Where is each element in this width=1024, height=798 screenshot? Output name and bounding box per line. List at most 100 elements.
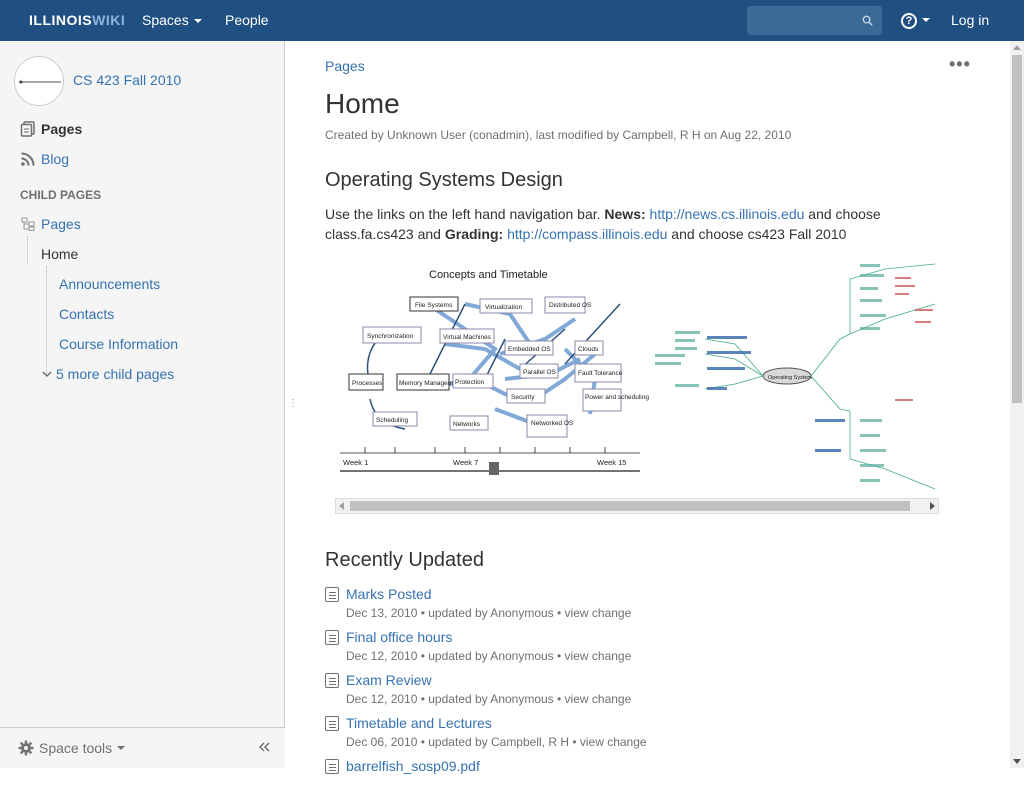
week-label: Week 1 [343,458,368,467]
concept-node-label: Processes [352,380,383,387]
page-icon [325,716,339,731]
news-label: News: [604,206,646,222]
chevron-down-icon [922,18,930,23]
tree-item-contacts[interactable]: Contacts [59,306,114,322]
space-logo-icon [19,80,61,84]
space-tools-button[interactable]: Space tools [18,740,126,756]
grading-link[interactable]: http://compass.illinois.edu [507,226,667,242]
sidebar-item-pages[interactable]: Pages [20,121,82,137]
concept-node-label: Synchronization [367,333,414,340]
tree-item-announcements[interactable]: Announcements [59,276,160,292]
rss-icon [21,152,35,166]
blog-post-icon [325,587,339,602]
concept-node-label: Parallel OS [523,369,557,376]
tree-item-more-children[interactable]: 5 more child pages [42,366,174,382]
scroll-left-arrow-icon[interactable] [339,502,345,510]
help-icon: ? [901,13,917,29]
tree-item-course-information[interactable]: Course Information [59,336,178,352]
sidebar-item-blog[interactable]: Blog [20,151,69,167]
concept-node-label: Scheduling [376,417,409,424]
page-icon [325,673,339,688]
concept-node-label: Virtual Machines [443,334,492,341]
more-child-pages-label: 5 more child pages [56,366,175,382]
login-link[interactable]: Log in [951,12,989,28]
scrollbar-thumb[interactable] [1012,55,1022,403]
recent-item-link[interactable]: barrelfish_sosp09.pdf [346,758,480,774]
tree-line [27,236,28,264]
page-vertical-scrollbar[interactable] [1010,41,1024,768]
figure-title: Concepts and Timetable [429,269,548,281]
recent-item-link[interactable]: Marks Posted [346,586,432,602]
sidebar-footer: Space tools [0,727,285,768]
help-menu[interactable]: ? [901,11,930,29]
people-link[interactable]: People [225,12,269,28]
pdf-file-icon [325,759,339,774]
recent-item-link[interactable]: Final office hours [346,629,452,645]
gear-icon [18,740,34,756]
recent-item-meta: Dec 12, 2010 • updated by Anonymous • vi… [346,692,632,706]
intro-text: and choose cs423 Fall 2010 [667,226,847,242]
week-label: Week 15 [597,458,626,467]
recent-item-meta: Dec 12, 2010 • updated by Anonymous • vi… [346,649,632,663]
collapse-sidebar-button[interactable] [258,740,270,756]
timeline-axis: Week 1 Week 7 Week 15 [340,447,640,475]
page-metadata: Created by Unknown User (conadmin), last… [325,128,792,142]
intro-text: Use the links on the left hand navigatio… [325,206,605,222]
spaces-menu[interactable]: Spaces [142,12,202,28]
space-sidebar: CS 423 Fall 2010 Pages Blog CHILD PAGES … [0,41,285,768]
image-horizontal-scrollbar[interactable] [335,498,939,514]
space-tools-label: Space tools [39,740,113,756]
concept-node-label: Power and scheduling [585,394,649,401]
main-content: Pages ••• Home Created by Unknown User (… [325,41,1010,774]
grading-label: Grading: [444,226,504,242]
space-avatar[interactable] [14,56,64,106]
chevron-down-icon [193,19,202,24]
blog-post-icon [325,630,339,645]
concept-node-label: Distributed OS [549,302,592,309]
concept-arrows [424,302,598,431]
recent-item-link[interactable]: Timetable and Lectures [346,715,492,731]
recent-item-meta: Dec 06, 2010 • updated by Campbell, R H … [346,735,647,749]
pages-icon [20,121,35,137]
scroll-right-arrow-icon[interactable] [929,502,935,510]
concept-node-label: Virtualization [485,304,522,311]
child-pages-heading: CHILD PAGES [20,188,102,202]
page-tree-icon [21,217,35,231]
search-icon [862,15,873,26]
week-label: Week 7 [453,458,478,467]
concept-node-label: Embedded OS [508,346,551,353]
news-link[interactable]: http://news.cs.illinois.edu [650,206,805,222]
concept-node-label: Clouds [578,346,599,353]
chevron-down-icon [117,746,126,750]
illinois-wiki-logo[interactable]: ILLINOISWIKI [29,12,125,28]
concept-nodes: File Systems Virtualization Distributed … [348,296,649,438]
concept-node-label: Networks [453,421,481,428]
concept-node-label: Networked OS [531,420,574,427]
recent-item-link[interactable]: Exam Review [346,672,432,688]
sidebar-item-label: Pages [41,121,83,137]
intro-paragraph: Use the links on the left hand navigatio… [325,204,925,244]
tree-line [46,266,47,376]
mindmap: Operating System [655,263,936,490]
mindmap-center-label: Operating System [768,375,812,381]
scroll-down-arrow-icon[interactable] [1013,759,1021,765]
concepts-diagram: Concepts and Timetable File Systems Virt… [340,263,936,490]
double-chevron-left-icon [258,742,270,752]
concept-node-label: Security [511,394,535,401]
sidebar-resize-handle[interactable]: ⋮ [288,398,298,409]
concept-node-label: File Systems [415,302,453,309]
sidebar-item-label: Blog [41,151,70,167]
tree-item-pages[interactable]: Pages [41,216,81,232]
concept-node-label: Fault Tolerance [578,370,623,377]
more-actions-button[interactable]: ••• [949,54,971,75]
scroll-up-arrow-icon[interactable] [1013,44,1021,50]
breadcrumb[interactable]: Pages [325,58,365,74]
space-title-link[interactable]: CS 423 Fall 2010 [73,72,181,88]
recent-item-meta: Dec 13, 2010 • updated by Anonymous • vi… [346,606,632,620]
scrollbar-thumb[interactable] [350,501,910,511]
search-input[interactable] [747,6,882,35]
concepts-timetable-image: Concepts and Timetable File Systems Virt… [335,259,939,515]
concept-node-label: Protection [455,379,485,386]
tree-item-home[interactable]: Home [41,246,78,262]
page-title: Home [325,88,400,119]
